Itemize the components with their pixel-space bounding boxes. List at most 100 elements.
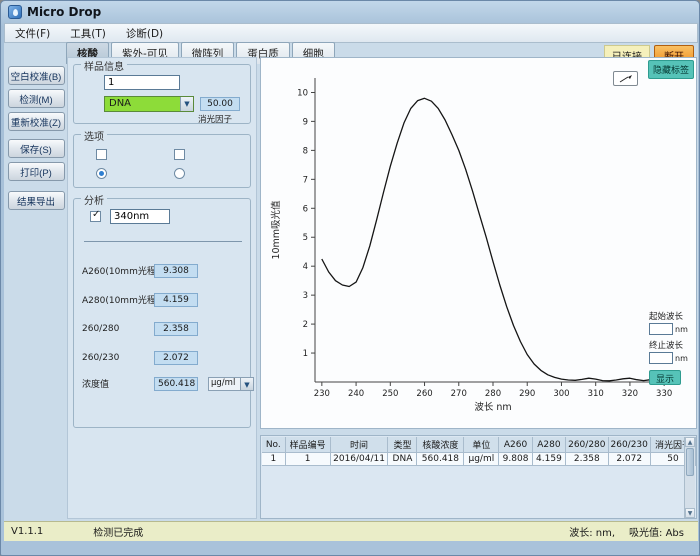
sidebar-button-5[interactable]: 打印(P) <box>8 162 65 181</box>
results-table-head-row: No.样品编号时间类型核酸浓度单位A260A280260/280260/230消… <box>262 437 696 453</box>
chevron-down-icon: ▼ <box>240 378 253 390</box>
sidebar-button-2[interactable]: 检测(M) <box>8 89 65 108</box>
column-header: 时间 <box>330 437 388 453</box>
status-bar: V1.1.1 检测已完成 波长: nm, 吸光值: Abs <box>4 521 698 541</box>
table-cell: µg/ml <box>464 453 499 466</box>
table-row[interactable]: 112016/04/11DNA560.418µg/ml9.8084.1592.3… <box>262 453 696 466</box>
svg-text:300: 300 <box>553 389 569 399</box>
menu-item-2[interactable]: 工具(T) <box>60 24 116 43</box>
start-wavelength-label: 起始波长 <box>649 310 693 322</box>
results-table: No.样品编号时间类型核酸浓度单位A260A280260/280260/230消… <box>262 437 696 466</box>
start-wavelength-input[interactable] <box>649 323 673 335</box>
column-header: 类型 <box>388 437 417 453</box>
wavelength-checkbox[interactable] <box>90 211 101 222</box>
column-header: A260 <box>499 437 532 453</box>
svg-text:9: 9 <box>303 117 308 127</box>
sidebar-button-4[interactable]: 保存(S) <box>8 139 65 158</box>
menu-item-1[interactable]: 文件(F) <box>5 24 60 43</box>
column-header: No. <box>262 437 285 453</box>
analysis-wavelength-input[interactable] <box>110 209 170 224</box>
sample-type-value: DNA <box>105 97 180 111</box>
menu-item-3[interactable]: 诊断(D) <box>116 24 173 43</box>
sidebar-button-6[interactable]: 结果导出 <box>8 191 65 210</box>
svg-text:230: 230 <box>314 389 330 399</box>
table-cell: 4.159 <box>532 453 565 466</box>
svg-text:10mm吸光值: 10mm吸光值 <box>270 200 282 260</box>
sample-info-title: 样品信息 <box>81 58 127 73</box>
left-panel: 样品信息 DNA ▼ 50.00 消光因子 选项 分析 <box>67 57 257 519</box>
column-header: 样品编号 <box>285 437 330 453</box>
svg-text:270: 270 <box>451 389 467 399</box>
absorbance-readout: 吸光值: Abs <box>629 524 684 539</box>
svg-text:6: 6 <box>303 204 308 214</box>
svg-text:5: 5 <box>303 233 308 243</box>
end-wavelength-input[interactable] <box>649 352 673 364</box>
analysis-value: 2.358 <box>154 322 198 336</box>
sidebar: 空白校准(B) 检测(M) 重新校准(Z) 保存(S) 打印(P) 结果导出 <box>6 66 66 214</box>
app-icon <box>8 5 22 19</box>
svg-text:3: 3 <box>303 291 308 301</box>
results-panel: No.样品编号时间类型核酸浓度单位A260A280260/280260/230消… <box>260 435 697 519</box>
table-cell: 2.358 <box>566 453 608 466</box>
concentration-value: 560.418 <box>154 377 198 391</box>
version-label: V1.1.1 <box>11 526 43 537</box>
table-cell: 9.808 <box>499 453 532 466</box>
svg-text:2: 2 <box>303 320 308 330</box>
option-radio-1[interactable] <box>96 168 107 179</box>
sample-id-input[interactable] <box>104 75 180 90</box>
svg-text:4: 4 <box>303 262 308 272</box>
title-bar[interactable]: Micro Drop <box>1 1 699 23</box>
svg-text:310: 310 <box>588 389 604 399</box>
sidebar-button-3[interactable]: 重新校准(Z) <box>8 112 65 131</box>
option-radio-2[interactable] <box>174 168 185 179</box>
sample-type-combo[interactable]: DNA ▼ <box>104 96 194 112</box>
unit-combo-value: µg/ml <box>209 378 240 390</box>
sidebar-button-1[interactable]: 空白校准(B) <box>8 66 65 85</box>
option-checkbox-1[interactable] <box>96 149 107 160</box>
options-group: 选项 <box>73 134 251 188</box>
analysis-row: 260/2802.358 <box>82 321 198 336</box>
unit-combo[interactable]: µg/ml ▼ <box>208 377 254 391</box>
analysis-label: A260(10mm光程) <box>82 264 154 277</box>
svg-text:260: 260 <box>416 389 432 399</box>
column-header: 260/230 <box>608 437 650 453</box>
analysis-row: A280(10mm光程)4.159 <box>82 292 198 307</box>
svg-text:7: 7 <box>303 175 308 185</box>
analysis-value: 2.072 <box>154 351 198 365</box>
table-cell: DNA <box>388 453 417 466</box>
svg-text:波长 nm: 波长 nm <box>474 401 511 413</box>
show-button[interactable]: 显示 <box>649 370 681 385</box>
divider <box>84 241 242 242</box>
spectrum-panel: 2302402502602702802903003103203301234567… <box>260 57 697 429</box>
analysis-label: A280(10mm光程) <box>82 293 154 306</box>
chevron-down-icon: ▼ <box>180 97 193 111</box>
column-header: 核酸浓度 <box>417 437 464 453</box>
option-checkbox-2[interactable] <box>174 149 185 160</box>
wavelength-readout: 波长: nm, <box>569 524 615 539</box>
window-title: Micro Drop <box>27 5 101 19</box>
svg-text:240: 240 <box>348 389 364 399</box>
svg-text:330: 330 <box>656 389 672 399</box>
svg-text:8: 8 <box>303 146 308 156</box>
end-wavelength-label: 终止波长 <box>649 339 693 351</box>
table-scrollbar[interactable]: ▲ ▼ <box>684 437 695 518</box>
table-cell: 1 <box>285 453 330 466</box>
app-window: Micro Drop 文件(F)工具(T)诊断(D) 核酸紫外-可见微阵列蛋白质… <box>0 0 700 556</box>
hide-labels-button[interactable]: 隐藏标签 <box>648 60 694 79</box>
scrollbar-thumb[interactable] <box>686 448 694 476</box>
analysis-row: 260/2302.072 <box>82 350 198 365</box>
annotate-button[interactable] <box>613 71 638 86</box>
column-header: A280 <box>532 437 565 453</box>
analysis-title: 分析 <box>81 192 107 207</box>
table-cell: 560.418 <box>417 453 464 466</box>
options-title: 选项 <box>81 128 107 143</box>
extinction-factor-label: 消光因子 <box>198 113 232 125</box>
concentration-label: 浓度值 <box>82 377 154 390</box>
scroll-down-icon[interactable]: ▼ <box>685 508 695 518</box>
extinction-factor-value: 50.00 <box>200 97 240 111</box>
table-cell: 2016/04/11 <box>330 453 388 466</box>
analysis-row: A260(10mm光程)9.308 <box>82 263 198 278</box>
scroll-up-icon[interactable]: ▲ <box>685 437 695 447</box>
nm-unit-label: nm <box>675 325 688 334</box>
svg-text:1: 1 <box>303 349 308 359</box>
